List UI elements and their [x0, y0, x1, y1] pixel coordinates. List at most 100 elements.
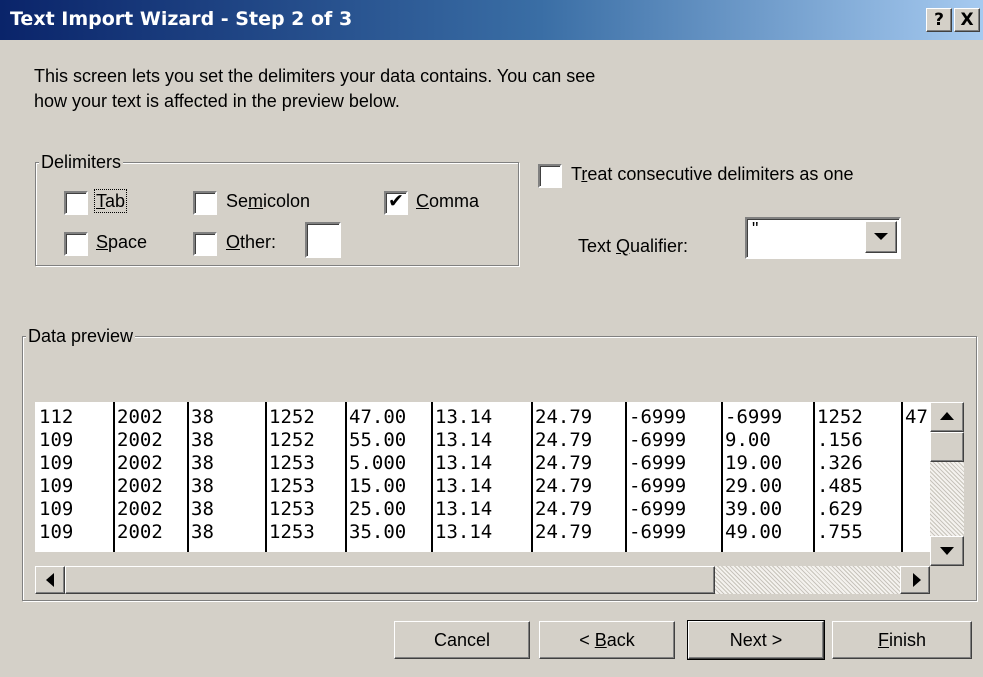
preview-cell: 1252 [269, 429, 315, 451]
preview-cell: 109 [39, 498, 74, 520]
intro-line-1: This screen lets you set the delimiters … [34, 66, 596, 86]
scroll-track-horizontal[interactable] [715, 566, 900, 594]
preview-cell: .629 [817, 498, 863, 520]
intro-line-2: how your text is affected in the preview… [34, 91, 400, 111]
preview-cell: .326 [817, 452, 863, 474]
column-divider[interactable] [345, 402, 347, 552]
close-button[interactable]: X [954, 8, 980, 32]
next-button[interactable]: Next > [687, 620, 825, 660]
semicolon-label[interactable]: Semicolon [226, 191, 310, 212]
tab-checkbox[interactable] [64, 191, 88, 215]
preview-cell: -6999 [629, 475, 687, 497]
preview-cell: 109 [39, 475, 74, 497]
scroll-track-vertical[interactable] [930, 462, 964, 536]
treat-consecutive-checkbox[interactable] [538, 164, 562, 188]
preview-cell: -6999 [725, 406, 783, 428]
scroll-thumb-vertical[interactable] [930, 432, 964, 462]
scroll-right-button[interactable] [900, 566, 930, 594]
preview-cell: 109 [39, 452, 74, 474]
preview-cell: 9.00 [725, 429, 771, 451]
preview-cell: 2002 [117, 429, 163, 451]
arrow-left-icon [46, 573, 54, 587]
preview-cell: 39.00 [725, 498, 783, 520]
scroll-up-button[interactable] [930, 402, 964, 432]
column-divider[interactable] [721, 402, 723, 552]
preview-cell: 2002 [117, 498, 163, 520]
intro-text: This screen lets you set the delimiters … [34, 64, 754, 114]
preview-cell: 47 [905, 406, 928, 428]
horizontal-scrollbar[interactable] [35, 566, 930, 594]
preview-cell: 1252 [817, 406, 863, 428]
preview-cell: 38 [191, 498, 214, 520]
scroll-left-button[interactable] [35, 566, 65, 594]
preview-cell: 2002 [117, 475, 163, 497]
preview-cell: 24.79 [535, 429, 593, 451]
preview-cell: 38 [191, 475, 214, 497]
column-divider[interactable] [531, 402, 533, 552]
arrow-down-icon [940, 547, 954, 555]
close-icon: X [960, 10, 974, 30]
preview-cell: 13.14 [435, 406, 493, 428]
column-divider[interactable] [431, 402, 433, 552]
preview-cell: 29.00 [725, 475, 783, 497]
chevron-down-icon [874, 233, 888, 240]
column-divider[interactable] [625, 402, 627, 552]
column-divider[interactable] [901, 402, 903, 552]
column-divider[interactable] [265, 402, 267, 552]
column-divider[interactable] [113, 402, 115, 552]
title-bar[interactable]: Text Import Wizard - Step 2 of 3 ? X [0, 0, 983, 40]
treat-consecutive-label[interactable]: Treat consecutive delimiters as one [571, 164, 853, 185]
scroll-down-button[interactable] [930, 536, 964, 566]
preview-cell: 38 [191, 429, 214, 451]
preview-cell: 109 [39, 521, 74, 543]
finish-button[interactable]: Finish [832, 621, 972, 659]
comma-checkbox[interactable]: ✔ [384, 190, 408, 215]
other-checkbox[interactable] [193, 232, 217, 256]
column-divider[interactable] [187, 402, 189, 552]
space-label[interactable]: Space [96, 232, 147, 253]
preview-cell: 24.79 [535, 452, 593, 474]
preview-cell: .485 [817, 475, 863, 497]
other-label[interactable]: Other: [226, 232, 276, 253]
preview-cell: 38 [191, 452, 214, 474]
preview-cell: 5.000 [349, 452, 407, 474]
preview-cell: 24.79 [535, 475, 593, 497]
preview-cell: 13.14 [435, 429, 493, 451]
preview-cell: 1253 [269, 475, 315, 497]
comma-label[interactable]: Comma [416, 191, 479, 212]
delimiters-legend: Delimiters [39, 152, 124, 172]
text-qualifier-dropdown-button[interactable] [865, 221, 897, 253]
arrow-up-icon [940, 412, 954, 420]
preview-cell: 24.79 [535, 521, 593, 543]
preview-cell: 13.14 [435, 498, 493, 520]
preview-cell: 24.79 [535, 406, 593, 428]
preview-cell: 1253 [269, 521, 315, 543]
other-delimiter-input[interactable] [305, 222, 341, 258]
preview-cell: 35.00 [349, 521, 407, 543]
preview-cell: 2002 [117, 406, 163, 428]
preview-cell: 38 [191, 406, 214, 428]
help-button[interactable]: ? [926, 8, 952, 32]
preview-cell: 55.00 [349, 429, 407, 451]
vertical-scrollbar[interactable] [930, 402, 964, 566]
window-title: Text Import Wizard - Step 2 of 3 [10, 8, 353, 30]
space-checkbox[interactable] [64, 232, 88, 256]
preview-cell: 1253 [269, 498, 315, 520]
semicolon-checkbox[interactable] [193, 191, 217, 215]
text-qualifier-value: " [752, 219, 759, 239]
preview-cell: 1252 [269, 406, 315, 428]
column-divider[interactable] [813, 402, 815, 552]
data-preview-grid[interactable]: 112 2002 38 1252 47.00 13.14 24.79 -6999 -6999 12… [35, 402, 930, 552]
tab-label[interactable]: Tab [93, 189, 128, 213]
arrow-right-icon [913, 573, 921, 587]
tab-label-text: Tab [93, 189, 128, 213]
preview-cell: 19.00 [725, 452, 783, 474]
data-preview-legend: Data preview [26, 326, 136, 346]
preview-cell: -6999 [629, 429, 687, 451]
preview-cell: 24.79 [535, 498, 593, 520]
cancel-button[interactable]: Cancel [394, 621, 530, 659]
preview-cell: 109 [39, 429, 74, 451]
text-qualifier-select[interactable]: " [745, 217, 901, 259]
back-button[interactable]: < Back [539, 621, 675, 659]
scroll-thumb-horizontal[interactable] [65, 566, 715, 594]
